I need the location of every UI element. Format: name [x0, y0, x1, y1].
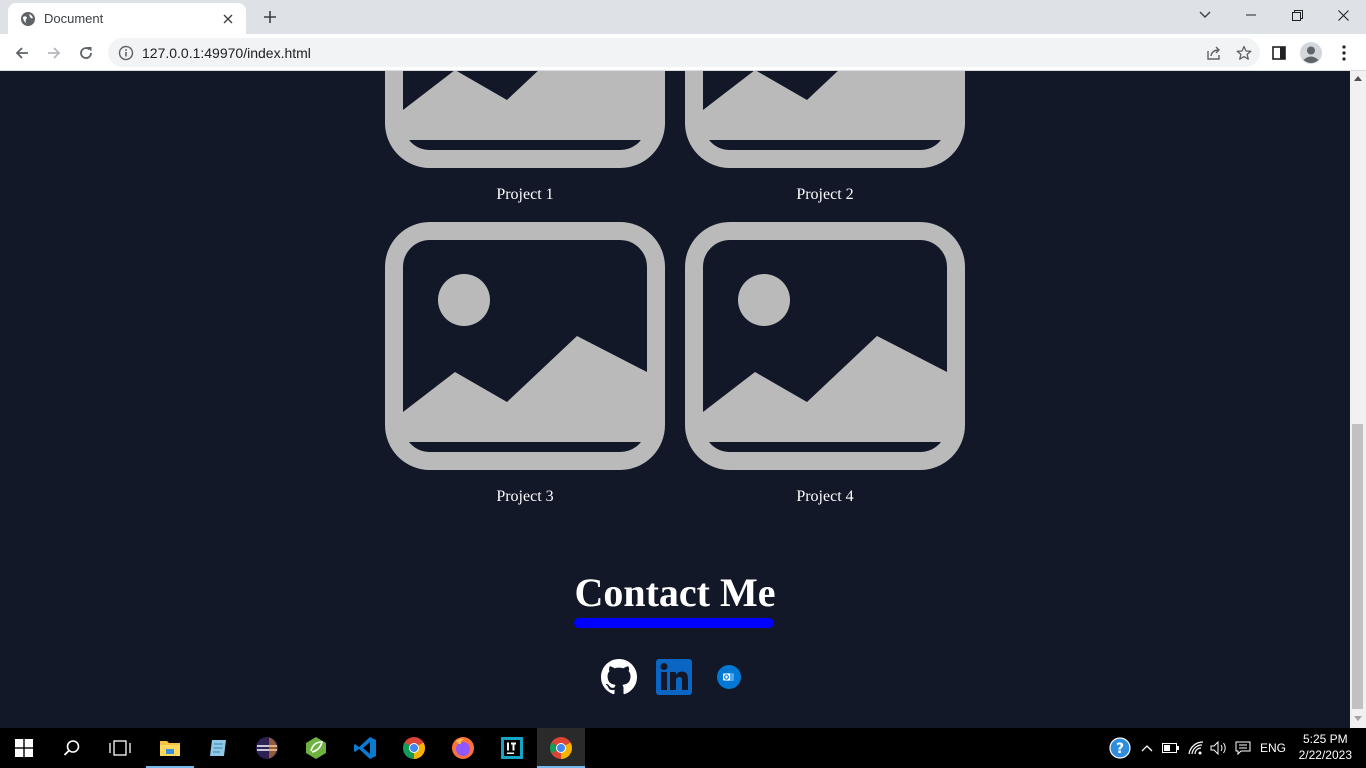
- contact-heading: Contact Me: [574, 570, 776, 615]
- page-scrollbar[interactable]: [1350, 71, 1366, 728]
- intellij-icon[interactable]: [488, 728, 536, 768]
- windows-taskbar: ? ENG 5:25 PM 2/22/2023: [0, 728, 1366, 768]
- address-bar[interactable]: 127.0.0.1:49970/index.html: [108, 38, 1260, 67]
- notepad-icon[interactable]: [194, 728, 242, 768]
- project-label: Project 4: [796, 488, 854, 505]
- language-indicator[interactable]: ENG: [1258, 728, 1288, 768]
- heading-underline: [574, 618, 774, 628]
- wifi-icon[interactable]: [1185, 728, 1207, 768]
- image-placeholder-icon: [385, 71, 665, 168]
- system-clock[interactable]: 5:25 PM 2/22/2023: [1299, 731, 1352, 763]
- close-tab-icon[interactable]: [220, 11, 236, 27]
- url-text: 127.0.0.1:49970/index.html: [142, 44, 311, 61]
- chrome-icon[interactable]: [537, 728, 585, 768]
- back-button[interactable]: [9, 40, 35, 66]
- chevron-up-icon[interactable]: [1136, 728, 1158, 768]
- profile-avatar[interactable]: [1298, 40, 1324, 66]
- scroll-up-arrow-icon[interactable]: [1353, 76, 1363, 84]
- volume-icon[interactable]: [1208, 728, 1230, 768]
- bookmark-star-icon[interactable]: [1236, 45, 1252, 61]
- scroll-down-arrow-icon[interactable]: [1353, 716, 1363, 724]
- help-icon[interactable]: ?: [1106, 728, 1134, 768]
- side-panel-button[interactable]: [1266, 40, 1292, 66]
- share-icon[interactable]: [1206, 45, 1222, 61]
- browser-tab[interactable]: Document: [8, 3, 246, 34]
- project-label: Project 1: [496, 186, 554, 203]
- clock-date: 2/22/2023: [1298, 748, 1352, 762]
- new-tab-button[interactable]: [258, 7, 282, 27]
- action-center-icon[interactable]: [1232, 728, 1254, 768]
- image-placeholder-icon: [685, 71, 965, 168]
- linkedin-icon[interactable]: [656, 659, 692, 695]
- reload-button[interactable]: [73, 40, 99, 66]
- browser-menu-button[interactable]: [1331, 40, 1357, 66]
- windows-start-icon[interactable]: [0, 728, 48, 768]
- file-explorer-icon[interactable]: [146, 728, 194, 768]
- image-placeholder-icon: [685, 222, 965, 470]
- spring-tools-icon[interactable]: [292, 728, 340, 768]
- social-links: [0, 657, 1350, 697]
- project-card-4[interactable]: Project 4: [685, 222, 965, 505]
- search-icon[interactable]: [48, 728, 96, 768]
- close-window-button[interactable]: [1320, 0, 1366, 30]
- project-card-2[interactable]: Project 2: [685, 71, 965, 203]
- scrollbar-thumb[interactable]: [1352, 424, 1363, 709]
- minimize-button[interactable]: [1228, 0, 1274, 30]
- browser-toolbar: 127.0.0.1:49970/index.html: [0, 34, 1366, 71]
- chrome-icon[interactable]: [390, 728, 438, 768]
- battery-icon[interactable]: [1160, 728, 1182, 768]
- tab-title: Document: [44, 11, 104, 26]
- globe-icon: [20, 11, 36, 27]
- site-info-icon[interactable]: [118, 45, 134, 61]
- vscode-icon[interactable]: [341, 728, 389, 768]
- clock-time: 5:25 PM: [1302, 732, 1348, 746]
- task-view-icon[interactable]: [96, 728, 144, 768]
- tab-strip: Document: [0, 0, 1366, 34]
- restore-button[interactable]: [1274, 0, 1320, 30]
- project-label: Project 2: [796, 186, 854, 203]
- image-placeholder-icon: [385, 222, 665, 470]
- tab-search-button[interactable]: [1182, 0, 1228, 30]
- project-card-1[interactable]: Project 1: [385, 71, 665, 203]
- outlook-icon[interactable]: [717, 665, 741, 689]
- project-card-3[interactable]: Project 3: [385, 222, 665, 505]
- project-label: Project 3: [496, 488, 554, 505]
- forward-button[interactable]: [41, 40, 67, 66]
- svg-text:?: ?: [1116, 741, 1124, 757]
- eclipse-icon[interactable]: [243, 728, 291, 768]
- firefox-icon[interactable]: [439, 728, 487, 768]
- github-icon[interactable]: [601, 659, 637, 695]
- page-content: Project 1 Project 2 Project 3 Project 4 …: [0, 71, 1350, 728]
